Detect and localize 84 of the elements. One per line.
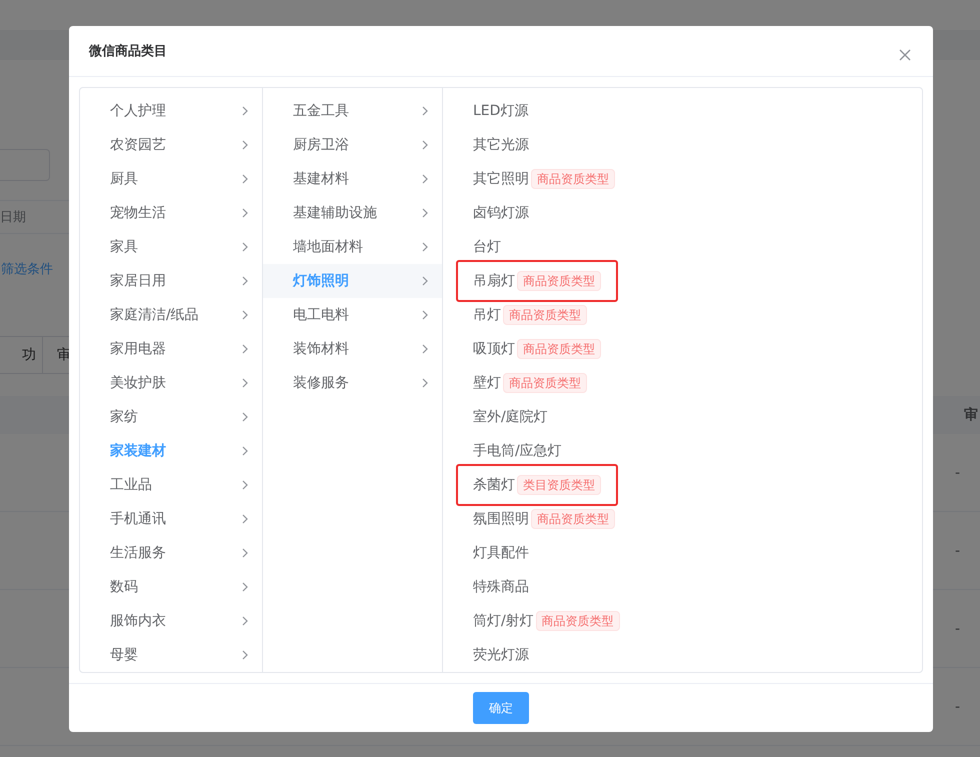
chevron-right-icon (422, 174, 428, 184)
category-item[interactable]: 基建材料 (263, 162, 442, 196)
chevron-right-icon (422, 310, 428, 320)
chevron-right-icon (242, 650, 248, 660)
chevron-right-icon (422, 242, 428, 252)
category-item[interactable]: 装饰材料 (263, 332, 442, 366)
category-item[interactable]: 家纺 (80, 400, 262, 434)
qualification-tag: 商品资质类型 (531, 169, 615, 189)
category-item[interactable]: 卤钨灯源 (473, 204, 529, 222)
category-item[interactable]: 母婴 (80, 638, 262, 672)
chevron-right-icon (422, 140, 428, 150)
chevron-right-icon (422, 208, 428, 218)
category-item[interactable]: 厨房卫浴 (263, 128, 442, 162)
category-item[interactable]: 壁灯 (473, 374, 501, 392)
chevron-right-icon (242, 344, 248, 354)
chevron-right-icon (422, 378, 428, 388)
category-item[interactable]: 杀菌灯 (473, 476, 515, 494)
date-label: 日期 (0, 209, 26, 226)
chevron-right-icon (242, 242, 248, 252)
category-item[interactable]: 服饰内衣 (80, 604, 262, 638)
table-cell: - (954, 698, 960, 714)
category-item[interactable]: 其它光源 (473, 136, 529, 154)
category-item[interactable]: 灯具配件 (473, 544, 529, 562)
chevron-right-icon (242, 514, 248, 524)
category-item[interactable]: 家具 (80, 230, 262, 264)
category-item[interactable]: 家庭清洁/纸品 (80, 298, 262, 332)
category-item[interactable]: 宠物生活 (80, 196, 262, 230)
chevron-right-icon (242, 174, 248, 184)
category-item[interactable]: 生活服务 (80, 536, 262, 570)
category-item[interactable]: 工业品 (80, 468, 262, 502)
category-item[interactable]: 电工电料 (263, 298, 442, 332)
chevron-right-icon (242, 412, 248, 422)
chevron-right-icon (422, 106, 428, 116)
chevron-right-icon (242, 140, 248, 150)
chevron-right-icon (242, 616, 248, 626)
category-item[interactable]: 手机通讯 (80, 502, 262, 536)
category-item[interactable]: 室外/庭院灯 (473, 408, 548, 426)
category-item[interactable]: 五金工具 (263, 94, 442, 128)
chevron-right-icon (242, 446, 248, 456)
category-item[interactable]: 厨具 (80, 162, 262, 196)
category-item[interactable]: 其它照明 (473, 170, 529, 188)
category-item[interactable]: 筒灯/射灯 (473, 612, 534, 630)
category-item[interactable]: 手电筒/应急灯 (473, 442, 562, 460)
category-item[interactable]: 农资园艺 (80, 128, 262, 162)
qualification-tag: 类目资质类型 (517, 475, 601, 495)
category-item[interactable]: 美妆护肤 (80, 366, 262, 400)
chevron-right-icon (242, 582, 248, 592)
qualification-tag: 商品资质类型 (503, 373, 587, 393)
category-item[interactable]: 荧光灯源 (473, 646, 529, 664)
chevron-right-icon (242, 276, 248, 286)
close-icon[interactable] (899, 49, 911, 61)
table-cell: - (954, 464, 960, 480)
qualification-tag: 商品资质类型 (517, 271, 601, 291)
chevron-right-icon (242, 208, 248, 218)
category-item[interactable]: 吊灯 (473, 306, 501, 324)
category-item[interactable]: 个人护理 (80, 94, 262, 128)
tab[interactable]: 功 (0, 337, 43, 373)
chevron-right-icon (422, 344, 428, 354)
category-item[interactable]: 台灯 (473, 238, 501, 256)
qualification-tag: 商品资质类型 (503, 305, 587, 325)
chevron-right-icon (242, 106, 248, 116)
category-item[interactable]: 家用电器 (80, 332, 262, 366)
category-item[interactable]: 墙地面材料 (263, 230, 442, 264)
category-item[interactable]: 家居日用 (80, 264, 262, 298)
table-cell: - (954, 542, 960, 558)
chevron-right-icon (242, 480, 248, 490)
chevron-right-icon (242, 378, 248, 388)
column-header: 审 (964, 406, 978, 424)
chevron-right-icon (242, 310, 248, 320)
qualification-tag: 商品资质类型 (531, 509, 615, 529)
qualification-tag: 商品资质类型 (536, 611, 620, 631)
dialog-title: 微信商品类目 (89, 42, 167, 60)
chevron-right-icon (422, 276, 428, 286)
category-item[interactable]: 装修服务 (263, 366, 442, 400)
category-item[interactable]: 氛围照明 (473, 510, 529, 528)
chevron-right-icon (242, 548, 248, 558)
category-item[interactable]: 吸顶灯 (473, 340, 515, 358)
category-item[interactable]: 吊扇灯 (473, 272, 515, 290)
category-item[interactable]: 基建辅助设施 (263, 196, 442, 230)
category-item[interactable]: LED灯源 (473, 102, 528, 120)
table-cell: - (954, 620, 960, 636)
category-item[interactable]: 特殊商品 (473, 578, 529, 596)
qualification-tag: 商品资质类型 (517, 339, 601, 359)
category-item[interactable]: 数码 (80, 570, 262, 604)
